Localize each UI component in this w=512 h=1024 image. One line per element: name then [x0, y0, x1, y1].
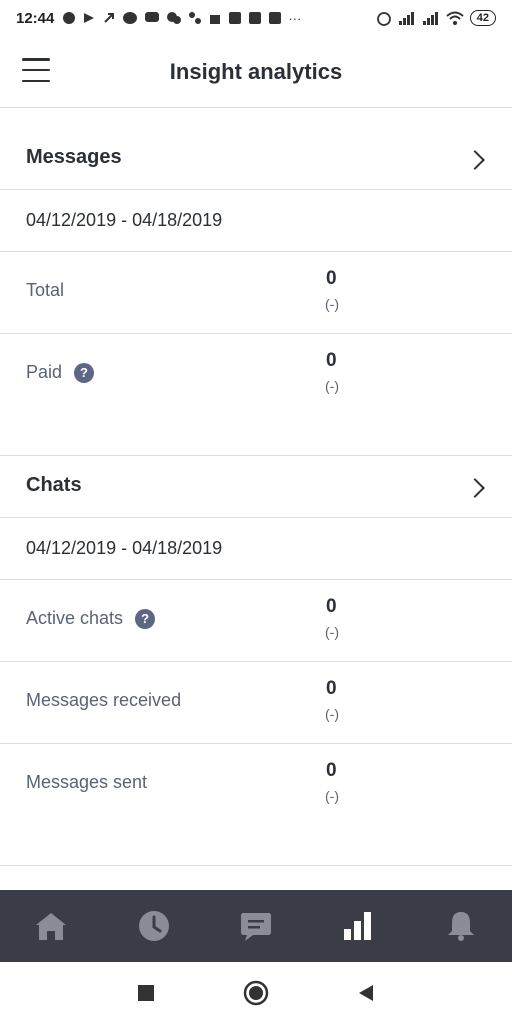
- section-divider: [0, 826, 512, 866]
- metric-label: Messages received: [26, 690, 182, 710]
- line-app-icon: [123, 12, 138, 24]
- metric-delta: (-): [325, 624, 339, 640]
- analytics-content[interactable]: Messages 04/12/2019 - 04/18/2019 Total 0…: [0, 108, 512, 890]
- app-header: Insight analytics: [0, 36, 512, 108]
- help-icon[interactable]: ?: [135, 608, 156, 629]
- metric-label-container: Paid ?: [26, 362, 95, 383]
- battery-icon: 42: [469, 10, 496, 26]
- section-title: Messages: [26, 146, 122, 168]
- system-status-icons: 42: [376, 10, 496, 26]
- recents-button[interactable]: [131, 978, 161, 1008]
- metric-label: Total: [26, 280, 65, 300]
- metric-label-container: Total: [26, 280, 64, 301]
- notification-icon: [189, 12, 202, 24]
- more-notifications-icon: ···: [288, 10, 302, 26]
- chevron-right-icon: [465, 478, 485, 498]
- status-bar: 12:44 ··· 42: [0, 0, 512, 36]
- page-title: Insight analytics: [169, 58, 343, 84]
- gmail-icon: [249, 12, 262, 24]
- metric-value: 0: [326, 678, 337, 699]
- message-app-icon: [145, 12, 160, 22]
- metric-delta: (-): [325, 296, 339, 312]
- bottom-navigation: [0, 890, 512, 962]
- system-navigation-bar: [0, 962, 512, 1024]
- metric-label: Active chats: [26, 608, 124, 628]
- metric-value: 0: [326, 596, 337, 617]
- nav-analytics-button[interactable]: [328, 896, 388, 956]
- metric-value: 0: [326, 268, 337, 289]
- square-icon: [138, 985, 154, 1001]
- metric-delta: (-): [325, 378, 339, 394]
- alarm-icon: [376, 12, 391, 26]
- metric-label-container: Active chats ?: [26, 608, 156, 629]
- metric-value: 0: [326, 350, 337, 371]
- chat-bubble-icon: [240, 913, 271, 941]
- clock-icon: [138, 911, 169, 941]
- metric-delta: (-): [325, 706, 339, 722]
- metric-label-container: Messages sent: [26, 772, 147, 793]
- metric-row-total: Total 0 (-): [0, 252, 512, 334]
- notification-icon: [63, 12, 76, 24]
- help-icon[interactable]: ?: [74, 362, 95, 383]
- back-triangle-icon: [359, 985, 373, 1001]
- notification-icons: ···: [62, 11, 301, 26]
- nav-history-button[interactable]: [124, 896, 184, 956]
- wifi-icon: [446, 11, 464, 25]
- nav-home-button[interactable]: [21, 896, 81, 956]
- metric-label-container: Messages received: [26, 690, 181, 711]
- date-range: 04/12/2019 - 04/18/2019: [0, 190, 512, 252]
- shop-icon: [210, 15, 221, 24]
- back-button[interactable]: [351, 978, 381, 1008]
- metric-delta: (-): [325, 788, 339, 804]
- metric-row-messages-sent: Messages sent 0 (-): [0, 744, 512, 826]
- email-icon: [229, 12, 242, 24]
- section-header-messages[interactable]: Messages: [0, 108, 512, 190]
- home-system-button[interactable]: [241, 978, 271, 1008]
- date-range: 04/12/2019 - 04/18/2019: [0, 518, 512, 580]
- hamburger-menu-icon[interactable]: [22, 58, 50, 82]
- notification-icon: [104, 13, 115, 23]
- metric-row-messages-received: Messages received 0 (-): [0, 662, 512, 744]
- nav-notifications-button[interactable]: [431, 896, 491, 956]
- section-divider: [0, 416, 512, 456]
- notification-icon: [84, 13, 95, 23]
- metric-value: 0: [326, 760, 337, 781]
- section-title: Chats: [26, 474, 82, 496]
- bell-icon: [447, 912, 474, 941]
- signal-icon: [398, 12, 414, 25]
- metric-label: Messages sent: [26, 772, 148, 792]
- chevron-right-icon: [465, 150, 485, 170]
- bar-chart-icon: [344, 912, 372, 940]
- home-icon: [36, 913, 67, 940]
- metric-row-active-chats: Active chats ? 0 (-): [0, 580, 512, 662]
- email-icon: [269, 12, 282, 24]
- status-time: 12:44: [16, 9, 55, 27]
- signal-icon: [422, 12, 438, 25]
- wechat-icon: [167, 12, 182, 24]
- circle-icon: [243, 980, 269, 1006]
- nav-chats-button[interactable]: [226, 896, 286, 956]
- metric-label: Paid: [26, 362, 63, 382]
- section-header-chats[interactable]: Chats: [0, 456, 512, 518]
- metric-row-paid: Paid ? 0 (-): [0, 334, 512, 416]
